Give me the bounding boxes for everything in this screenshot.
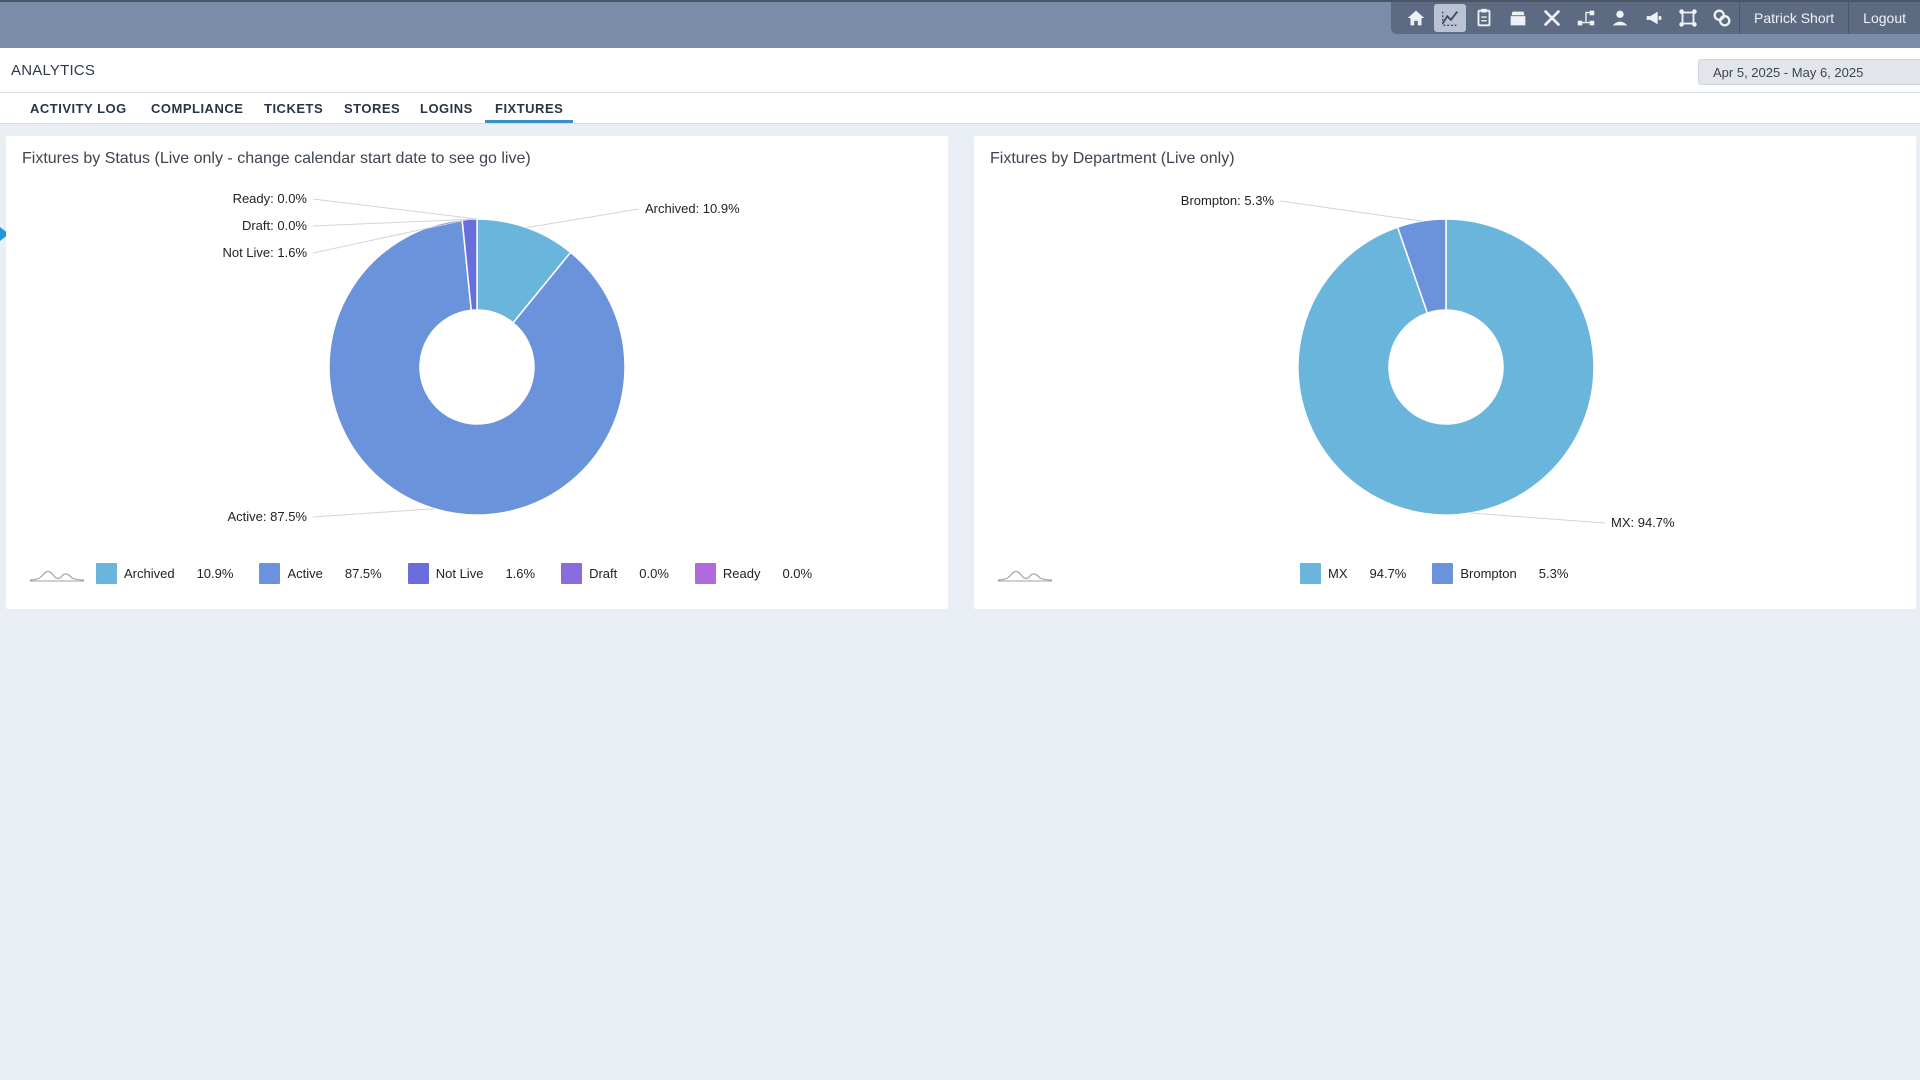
logout-button[interactable]: Logout xyxy=(1849,2,1920,34)
legend-swatch xyxy=(96,562,117,584)
slice-label-ready: Ready: 0.0% xyxy=(233,191,308,206)
legend-swatch xyxy=(561,562,583,584)
fixture-icon[interactable] xyxy=(1672,4,1704,32)
main-toolbar: Patrick Short Logout xyxy=(1391,2,1920,34)
slice-label-archived: Archived: 10.9% xyxy=(645,201,740,216)
home-icon[interactable] xyxy=(1400,4,1432,32)
legend-swatch xyxy=(259,562,281,584)
legend-value: 1.6% xyxy=(505,565,536,581)
tab-compliance[interactable]: COMPLIANCE xyxy=(141,101,253,123)
department-chart-legend: MX 94.7% Brompton 5.3% xyxy=(1300,562,1594,584)
legend-value: 94.7% xyxy=(1369,565,1407,581)
legend-value: 0.0% xyxy=(639,565,669,581)
legend-item-archived[interactable]: Archived 10.9% xyxy=(96,562,234,584)
analytics-tabs: ACTIVITY LOG COMPLIANCE TICKETS STORES L… xyxy=(0,93,1920,124)
legend-value: 87.5% xyxy=(344,565,382,581)
tab-stores[interactable]: STORES xyxy=(334,101,410,123)
legend-item-draft[interactable]: Draft 0.0% xyxy=(561,562,669,584)
legend-swatch xyxy=(1300,562,1321,584)
legend-value: 5.3% xyxy=(1538,565,1569,581)
legend-label: Archived xyxy=(124,565,175,581)
megaphone-icon[interactable] xyxy=(1638,4,1670,32)
slice-label-brompton: Brompton: 5.3% xyxy=(1181,193,1275,208)
legend-item-brompton[interactable]: Brompton 5.3% xyxy=(1432,562,1569,584)
tab-activity-log[interactable]: ACTIVITY LOG xyxy=(20,101,137,123)
legend-label: Not Live xyxy=(435,565,484,581)
link-icon[interactable] xyxy=(1706,4,1738,32)
legend-label: Draft xyxy=(589,565,618,581)
slice-label-mx: MX: 94.7% xyxy=(1611,515,1675,530)
tab-fixtures[interactable]: FIXTURES xyxy=(485,101,574,123)
sparkline-icon xyxy=(997,570,1053,582)
leader-line xyxy=(312,508,435,518)
status-donut-chart: Archived: 10.9% Active: 87.5% Not Live: 1.… xyxy=(222,191,740,524)
legend-item-not-live[interactable]: Not Live 1.6% xyxy=(407,562,536,584)
leader-line xyxy=(1470,512,1606,524)
status-chart-legend: Archived 10.9% Active 87.5% Not Live 1.6… xyxy=(96,562,838,584)
leader-line xyxy=(312,198,478,220)
date-range-picker[interactable]: Apr 5, 2025 - May 6, 2025 xyxy=(1698,59,1920,85)
page-title: ANALYTICS xyxy=(11,62,96,79)
top-bar: Patrick Short Logout xyxy=(0,0,1920,48)
tab-logins[interactable]: LOGINS xyxy=(410,101,483,123)
legend-label: Brompton xyxy=(1460,565,1517,581)
clipboard-icon[interactable] xyxy=(1468,4,1500,32)
legend-item-mx[interactable]: MX 94.7% xyxy=(1300,562,1407,584)
legend-item-ready[interactable]: Ready 0.0% xyxy=(694,562,813,584)
legend-swatch xyxy=(694,562,716,584)
analytics-icon[interactable] xyxy=(1434,4,1467,32)
status-chart-card: Fixtures by Status (Live only - change c… xyxy=(6,136,948,609)
tab-tickets[interactable]: TICKETS xyxy=(254,101,333,123)
support-icon[interactable] xyxy=(1604,4,1636,32)
legend-label: Active xyxy=(287,565,323,581)
legend-label: MX xyxy=(1328,565,1348,581)
legend-label: Ready xyxy=(722,565,761,581)
department-chart-card: Fixtures by Department (Live only) MX: 9… xyxy=(974,136,1916,609)
slice-label-not-live: Not Live: 1.6% xyxy=(222,245,307,260)
legend-item-active[interactable]: Active 87.5% xyxy=(259,562,382,584)
department-donut-chart: MX: 94.7% Brompton: 5.3% xyxy=(1181,193,1675,530)
tools-icon[interactable] xyxy=(1536,4,1568,32)
slice-label-active: Active: 87.5% xyxy=(228,509,308,524)
legend-swatch xyxy=(1432,562,1454,584)
hierarchy-icon[interactable] xyxy=(1570,4,1602,32)
legend-value: 10.9% xyxy=(196,565,234,581)
leader-line xyxy=(1279,200,1422,222)
page-header: ANALYTICS Apr 5, 2025 - May 6, 2025 xyxy=(0,48,1920,93)
user-name[interactable]: Patrick Short xyxy=(1740,2,1848,34)
slice-label-draft: Draft: 0.0% xyxy=(242,218,307,233)
legend-swatch xyxy=(407,562,429,584)
tray-icon[interactable] xyxy=(1502,4,1534,32)
legend-value: 0.0% xyxy=(782,565,813,581)
leader-line xyxy=(526,208,640,229)
sparkline-icon xyxy=(29,570,85,582)
